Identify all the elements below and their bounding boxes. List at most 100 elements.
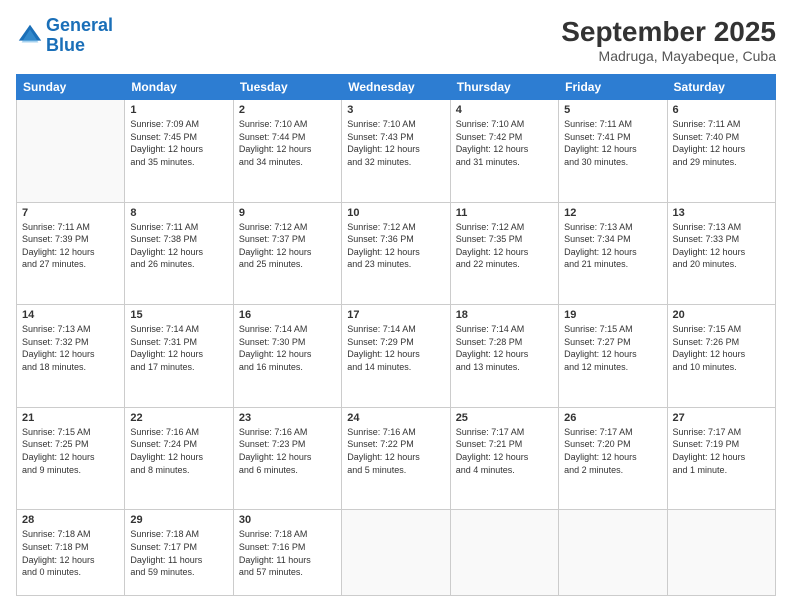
day-number: 1 (130, 104, 227, 116)
table-row: 9Sunrise: 7:12 AM Sunset: 7:37 PM Daylig… (233, 202, 341, 305)
day-number: 5 (564, 104, 661, 116)
day-info: Sunrise: 7:18 AM Sunset: 7:18 PM Dayligh… (22, 528, 119, 578)
table-row: 19 Sunrise: 7:15 AM Sunset: 7:27 PM Dayli… (559, 305, 667, 408)
table-row: 25Sunrise: 7:17 AM Sunset: 7:21 PM Dayli… (450, 407, 558, 510)
table-row: 22 Sunrise: 7:16 AM Sunset: 7:24 PM Dayli… (125, 407, 233, 510)
day-info: Sunrise: 7:18 AM Sunset: 7:16 PM Dayligh… (239, 528, 336, 578)
day-info: Sunrise: 7:14 AM Sunset: 7:28 PM Dayligh… (456, 323, 553, 373)
day-info: Sunrise: 7:15 AM Sunset: 7:26 PM Dayligh… (673, 323, 770, 373)
day-info: Sunrise: 7:17 AM Sunset: 7:21 PM Dayligh… (456, 426, 553, 476)
day-info: Sunrise: 7:11 AM Sunset: 7:39 PM Dayligh… (22, 221, 119, 271)
col-thursday: Thursday (450, 75, 558, 100)
day-info: Sunrise: 7:10 AM Sunset: 7:42 PM Dayligh… (456, 118, 553, 168)
day-info: Sunrise: 7:11 AM Sunset: 7:41 PM Dayligh… (564, 118, 661, 168)
day-info: Sunrise: 7:17 AM Sunset: 7:20 PM Dayligh… (564, 426, 661, 476)
table-row: 4 Sunrise: 7:10 AM Sunset: 7:42 PM Daylig… (450, 100, 558, 203)
table-row: 24 Sunrise: 7:16 AM Sunset: 7:22 PM Dayli… (342, 407, 450, 510)
col-saturday: Saturday (667, 75, 775, 100)
table-row: 10 Sunrise: 7:12 AM Sunset: 7:36 PM Dayli… (342, 202, 450, 305)
table-row: 23Sunrise: 7:16 AM Sunset: 7:23 PM Dayli… (233, 407, 341, 510)
day-number: 8 (130, 207, 227, 219)
day-info: Sunrise: 7:11 AM Sunset: 7:40 PM Dayligh… (673, 118, 770, 168)
table-row: 16 Sunrise: 7:14 AM Sunset: 7:30 PM Dayli… (233, 305, 341, 408)
day-number: 26 (564, 412, 661, 424)
day-number: 9 (239, 207, 336, 219)
logo-icon (16, 22, 44, 50)
table-row: 27 Sunrise: 7:17 AM Sunset: 7:19 PM Dayli… (667, 407, 775, 510)
logo-line2: Blue (46, 35, 85, 55)
day-info: Sunrise: 7:16 AM Sunset: 7:22 PM Dayligh… (347, 426, 444, 476)
table-row: 12Sunrise: 7:13 AM Sunset: 7:34 PM Dayli… (559, 202, 667, 305)
day-number: 27 (673, 412, 770, 424)
day-info: Sunrise: 7:13 AM Sunset: 7:34 PM Dayligh… (564, 221, 661, 271)
table-row: 7 Sunrise: 7:11 AM Sunset: 7:39 PM Daylig… (17, 202, 125, 305)
day-number: 18 (456, 309, 553, 321)
day-info: Sunrise: 7:15 AM Sunset: 7:25 PM Dayligh… (22, 426, 119, 476)
day-info: Sunrise: 7:10 AM Sunset: 7:44 PM Dayligh… (239, 118, 336, 168)
day-number: 11 (456, 207, 553, 219)
table-row: 6Sunrise: 7:11 AM Sunset: 7:40 PM Daylig… (667, 100, 775, 203)
day-number: 4 (456, 104, 553, 116)
day-info: Sunrise: 7:14 AM Sunset: 7:30 PM Dayligh… (239, 323, 336, 373)
day-info: Sunrise: 7:16 AM Sunset: 7:24 PM Dayligh… (130, 426, 227, 476)
day-number: 21 (22, 412, 119, 424)
day-info: Sunrise: 7:14 AM Sunset: 7:29 PM Dayligh… (347, 323, 444, 373)
day-number: 3 (347, 104, 444, 116)
table-row: 8 Sunrise: 7:11 AM Sunset: 7:38 PM Daylig… (125, 202, 233, 305)
col-wednesday: Wednesday (342, 75, 450, 100)
day-number: 13 (673, 207, 770, 219)
table-row: 15Sunrise: 7:14 AM Sunset: 7:31 PM Dayli… (125, 305, 233, 408)
day-info: Sunrise: 7:12 AM Sunset: 7:36 PM Dayligh… (347, 221, 444, 271)
logo: General Blue (16, 16, 113, 56)
day-number: 10 (347, 207, 444, 219)
day-number: 22 (130, 412, 227, 424)
day-number: 17 (347, 309, 444, 321)
day-number: 7 (22, 207, 119, 219)
col-tuesday: Tuesday (233, 75, 341, 100)
day-info: Sunrise: 7:13 AM Sunset: 7:32 PM Dayligh… (22, 323, 119, 373)
table-row: 20 Sunrise: 7:15 AM Sunset: 7:26 PM Dayli… (667, 305, 775, 408)
day-info: Sunrise: 7:15 AM Sunset: 7:27 PM Dayligh… (564, 323, 661, 373)
table-row: 11 Sunrise: 7:12 AM Sunset: 7:35 PM Dayli… (450, 202, 558, 305)
day-info: Sunrise: 7:13 AM Sunset: 7:33 PM Dayligh… (673, 221, 770, 271)
day-number: 14 (22, 309, 119, 321)
table-row: 1 Sunrise: 7:09 AM Sunset: 7:45 PM Daylig… (125, 100, 233, 203)
table-row: 13 Sunrise: 7:13 AM Sunset: 7:33 PM Dayli… (667, 202, 775, 305)
table-row (450, 510, 558, 596)
month-title: September 2025 (561, 16, 776, 48)
table-row: 18 Sunrise: 7:14 AM Sunset: 7:28 PM Dayli… (450, 305, 558, 408)
col-friday: Friday (559, 75, 667, 100)
day-info: Sunrise: 7:11 AM Sunset: 7:38 PM Dayligh… (130, 221, 227, 271)
day-number: 16 (239, 309, 336, 321)
table-row: 28Sunrise: 7:18 AM Sunset: 7:18 PM Dayli… (17, 510, 125, 596)
table-row: 29 Sunrise: 7:18 AM Sunset: 7:17 PM Dayli… (125, 510, 233, 596)
title-section: September 2025 Madruga, Mayabeque, Cuba (561, 16, 776, 64)
day-info: Sunrise: 7:12 AM Sunset: 7:35 PM Dayligh… (456, 221, 553, 271)
day-number: 19 (564, 309, 661, 321)
page: General Blue September 2025 Madruga, May… (0, 0, 792, 612)
table-row (559, 510, 667, 596)
day-number: 2 (239, 104, 336, 116)
table-row: 30 Sunrise: 7:18 AM Sunset: 7:16 PM Dayli… (233, 510, 341, 596)
col-sunday: Sunday (17, 75, 125, 100)
day-number: 20 (673, 309, 770, 321)
day-number: 29 (130, 514, 227, 526)
day-number: 23 (239, 412, 336, 424)
day-number: 24 (347, 412, 444, 424)
day-number: 30 (239, 514, 336, 526)
table-row: 26 Sunrise: 7:17 AM Sunset: 7:20 PM Dayli… (559, 407, 667, 510)
table-row (667, 510, 775, 596)
logo-line1: General (46, 15, 113, 35)
table-row: 14 Sunrise: 7:13 AM Sunset: 7:32 PM Dayli… (17, 305, 125, 408)
table-row: 2 Sunrise: 7:10 AM Sunset: 7:44 PM Daylig… (233, 100, 341, 203)
header: General Blue September 2025 Madruga, May… (16, 16, 776, 64)
table-row (342, 510, 450, 596)
day-info: Sunrise: 7:17 AM Sunset: 7:19 PM Dayligh… (673, 426, 770, 476)
table-row (17, 100, 125, 203)
day-info: Sunrise: 7:18 AM Sunset: 7:17 PM Dayligh… (130, 528, 227, 578)
day-info: Sunrise: 7:09 AM Sunset: 7:45 PM Dayligh… (130, 118, 227, 168)
day-number: 15 (130, 309, 227, 321)
calendar-table: Sunday Monday Tuesday Wednesday Thursday… (16, 74, 776, 596)
table-row: 3Sunrise: 7:10 AM Sunset: 7:43 PM Daylig… (342, 100, 450, 203)
table-row: 21 Sunrise: 7:15 AM Sunset: 7:25 PM Dayli… (17, 407, 125, 510)
